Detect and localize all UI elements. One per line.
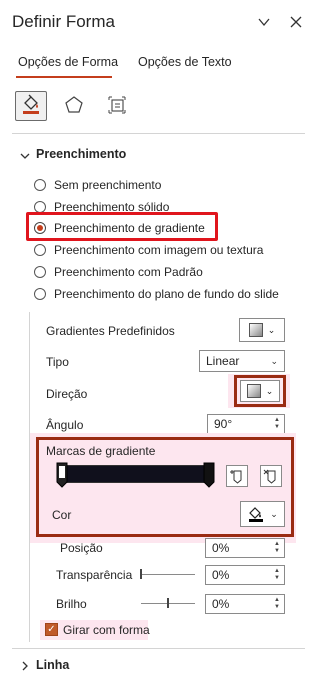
radio-picture-fill[interactable]: Preenchimento com imagem ou textura — [34, 241, 263, 259]
rotate-with-shape-checkbox[interactable]: ✓ — [45, 623, 58, 636]
transparency-slider-thumb[interactable] — [140, 569, 142, 579]
gradient-stop-handle[interactable] — [203, 462, 215, 488]
fill-line-tab[interactable] — [15, 91, 47, 121]
radio-label: Preenchimento com imagem ou textura — [54, 243, 264, 257]
position-label: Posição — [60, 541, 103, 555]
brightness-value: 0% — [212, 597, 230, 611]
fill-color-icon — [249, 507, 264, 522]
divider — [12, 133, 305, 134]
radio-button[interactable] — [34, 288, 46, 300]
chevron-down-icon: ⌄ — [267, 324, 276, 335]
angle-value: 90° — [214, 417, 233, 431]
brightness-slider-thumb[interactable] — [167, 598, 169, 608]
position-value: 0% — [212, 541, 230, 555]
tab-text-options[interactable]: Opções de Texto — [138, 55, 232, 69]
size-properties-tab[interactable] — [101, 91, 133, 121]
radio-gradient-fill[interactable]: Preenchimento de gradiente — [34, 219, 205, 237]
radio-label: Preenchimento do plano de fundo do slide — [54, 287, 279, 301]
chevron-down-icon: ⌄ — [270, 355, 278, 366]
radio-no-fill[interactable]: Sem preenchimento — [34, 176, 161, 194]
radio-button[interactable] — [34, 179, 46, 191]
spinner-arrows-icon[interactable]: ▲ ▼ — [270, 566, 284, 584]
rotate-with-shape-label: Girar com forma — [63, 623, 150, 637]
add-gradient-stop-button[interactable] — [226, 465, 248, 487]
direction-button[interactable]: ⌄ — [240, 380, 280, 402]
add-stop-icon — [230, 470, 242, 484]
direction-label: Direção — [46, 387, 88, 401]
brightness-spinner[interactable]: 0% ▲ ▼ — [205, 594, 285, 614]
close-icon[interactable] — [288, 14, 304, 30]
paint-bucket-icon — [20, 94, 42, 119]
chevron-right-icon[interactable] — [20, 660, 30, 671]
transparency-value: 0% — [212, 568, 230, 582]
transparency-slider[interactable] — [141, 574, 195, 575]
gradient-stop-handle[interactable] — [56, 462, 68, 488]
preset-gradients-label: Gradientes Predefinidos — [46, 324, 175, 338]
active-tab-indicator — [16, 76, 112, 78]
chevron-down-icon[interactable] — [256, 14, 272, 30]
radio-button-selected[interactable] — [34, 222, 46, 234]
gradient-direction-icon — [246, 384, 261, 398]
angle-label: Ângulo — [46, 418, 84, 432]
fill-section-title[interactable]: Preenchimento — [36, 147, 126, 161]
spinner-arrows-icon[interactable]: ▲ ▼ — [270, 539, 284, 557]
brightness-label: Brilho — [56, 597, 87, 611]
gradient-swatch-icon — [248, 323, 263, 337]
transparency-label: Transparência — [56, 568, 133, 582]
color-label: Cor — [52, 508, 72, 522]
radio-pattern-fill[interactable]: Preenchimento com Padrão — [34, 263, 203, 281]
remove-stop-icon — [263, 469, 276, 484]
radio-label: Sem preenchimento — [54, 178, 162, 192]
chevron-down-icon: ⌄ — [270, 508, 278, 519]
pentagon-icon — [64, 95, 84, 118]
divider — [12, 648, 305, 649]
spinner-arrows-icon[interactable]: ▲ ▼ — [270, 415, 284, 433]
chevron-down-icon[interactable] — [20, 150, 30, 160]
tab-shape-options[interactable]: Opções de Forma — [18, 55, 118, 69]
angle-spinner[interactable]: 90° ▲ ▼ — [207, 414, 285, 434]
radio-button[interactable] — [34, 244, 46, 256]
type-label: Tipo — [46, 355, 69, 369]
preset-gradients-button[interactable]: ⌄ — [239, 318, 285, 342]
type-value: Linear — [206, 354, 240, 368]
radio-label: Preenchimento com Padrão — [54, 265, 203, 279]
position-spinner[interactable]: 0% ▲ ▼ — [205, 538, 285, 558]
remove-gradient-stop-button[interactable] — [260, 465, 282, 487]
radio-button[interactable] — [34, 266, 46, 278]
size-properties-icon — [107, 95, 127, 118]
chevron-down-icon: ⌄ — [265, 385, 274, 396]
pane-title: Definir Forma — [12, 12, 115, 31]
effects-tab[interactable] — [58, 91, 90, 121]
type-dropdown[interactable]: Linear ⌄ — [199, 350, 285, 372]
line-section-title[interactable]: Linha — [36, 658, 69, 672]
spinner-arrows-icon[interactable]: ▲ ▼ — [270, 595, 284, 613]
transparency-spinner[interactable]: 0% ▲ ▼ — [205, 565, 285, 585]
gradient-stops-label: Marcas de gradiente — [46, 444, 156, 458]
color-picker-button[interactable]: ⌄ — [240, 501, 285, 527]
gradient-stops-bar[interactable] — [62, 465, 212, 483]
radio-label: Preenchimento de gradiente — [54, 221, 205, 235]
radio-background-fill[interactable]: Preenchimento do plano de fundo do slide — [34, 285, 279, 303]
